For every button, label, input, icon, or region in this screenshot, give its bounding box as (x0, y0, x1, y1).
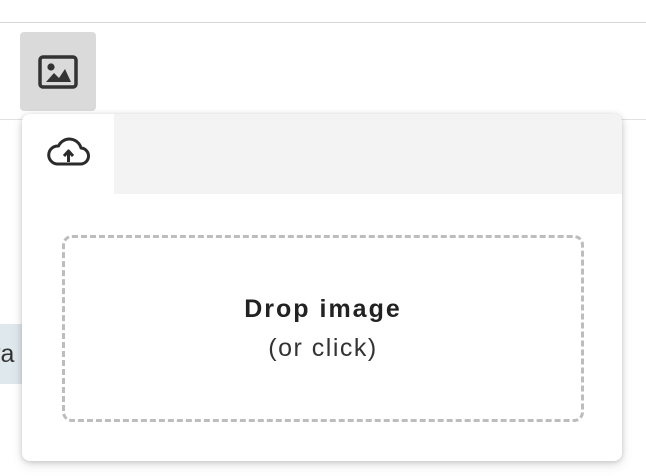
editor-page: va Drop image (or click) (0, 0, 646, 476)
popover-tabbar (22, 114, 622, 194)
insert-image-button[interactable] (20, 32, 96, 111)
image-dropzone[interactable]: Drop image (or click) (62, 235, 584, 422)
dropzone-title: Drop image (244, 295, 402, 323)
cloud-upload-icon (45, 137, 91, 167)
top-divider (0, 22, 646, 23)
image-upload-popover: Drop image (or click) (22, 114, 622, 461)
image-icon (38, 54, 78, 89)
tab-upload[interactable] (22, 114, 114, 194)
dropzone-subtitle: (or click) (268, 334, 378, 362)
